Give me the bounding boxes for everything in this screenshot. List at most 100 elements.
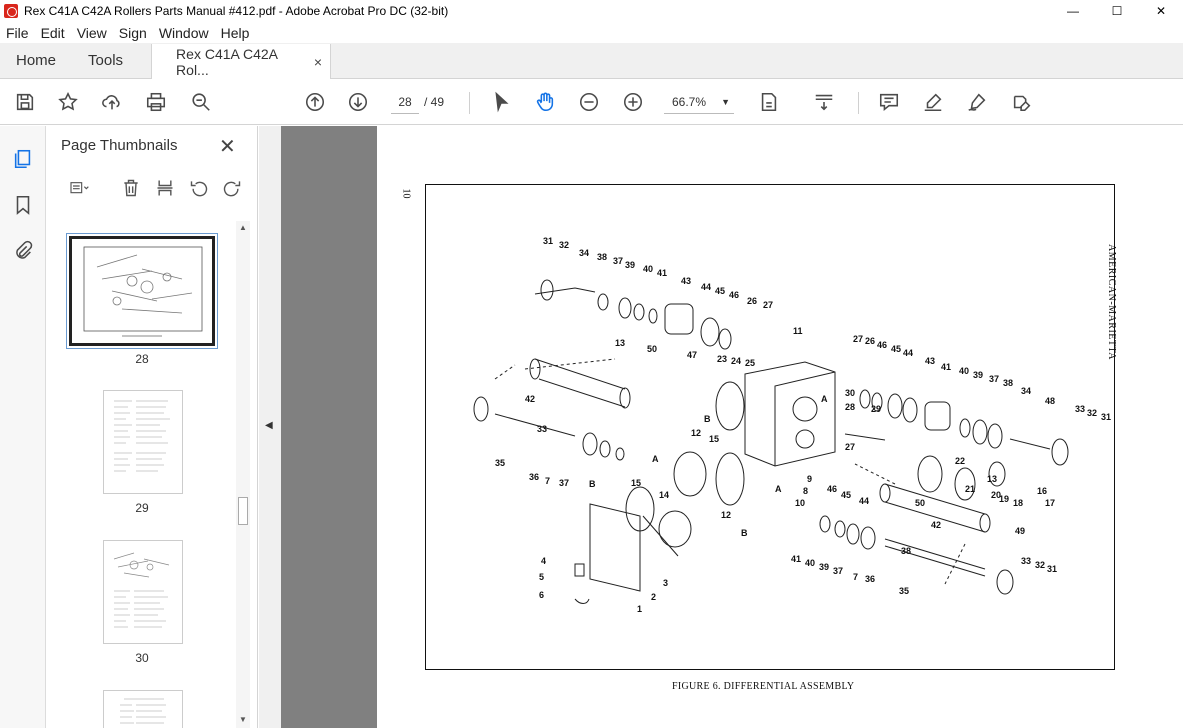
- previous-page-icon[interactable]: [303, 90, 327, 114]
- save-icon[interactable]: [13, 90, 37, 114]
- scroll-mode-icon[interactable]: [812, 90, 836, 114]
- print-icon[interactable]: [144, 90, 168, 114]
- part-number-label: 40: [643, 264, 653, 274]
- part-number-label: 25: [745, 358, 755, 368]
- collapse-panel-icon[interactable]: ◀: [265, 420, 273, 431]
- zoom-out-icon[interactable]: [577, 90, 601, 114]
- part-number-label: 13: [987, 474, 997, 484]
- part-number-label: 32: [1035, 560, 1045, 570]
- rotate-left-icon[interactable]: [187, 176, 211, 200]
- comment-icon[interactable]: [877, 90, 901, 114]
- part-number-label: 16: [1037, 486, 1047, 496]
- part-number-label: 26: [865, 336, 875, 346]
- attachments-icon[interactable]: [10, 238, 36, 264]
- menu-edit[interactable]: Edit: [41, 25, 65, 41]
- part-number-label: A: [821, 394, 828, 404]
- tab-bar: Home Tools Rex C41A C42A Rol... ×: [0, 43, 1183, 79]
- page-thumbnails-panel: Page Thumbnails ✕ 28 29 30 ▲ ▼: [47, 126, 258, 728]
- part-number-label: 43: [681, 276, 691, 286]
- part-number-label: 38: [597, 252, 607, 262]
- fill-sign-icon[interactable]: [1010, 90, 1034, 114]
- zoom-level-value: 66.7%: [672, 95, 707, 109]
- zoom-search-icon[interactable]: [189, 90, 213, 114]
- part-number-label: 3: [663, 578, 668, 588]
- part-number-label: 1: [637, 604, 642, 614]
- page-number-input[interactable]: 28: [391, 90, 419, 114]
- thumbnail-page-28[interactable]: [66, 233, 218, 349]
- delete-page-icon[interactable]: [119, 176, 143, 200]
- menu-window[interactable]: Window: [159, 25, 209, 41]
- page-number-text: 10: [400, 188, 412, 199]
- part-number-label: 46: [729, 290, 739, 300]
- hand-tool-icon[interactable]: [533, 90, 557, 114]
- part-number-label: 21: [965, 484, 975, 494]
- rotate-right-icon[interactable]: [220, 176, 244, 200]
- part-number-label: 17: [1045, 498, 1055, 508]
- close-tab-icon[interactable]: ×: [314, 54, 322, 70]
- document-viewport[interactable]: 10 31 32 34 38 37 39 40 41 43 44 45 46 2…: [281, 126, 1183, 728]
- panel-splitter[interactable]: ◀: [259, 126, 281, 728]
- scrollbar-thumb[interactable]: [238, 497, 248, 525]
- main-toolbar: 28 / 49 66.7% ▼: [0, 80, 1183, 125]
- menu-view[interactable]: View: [77, 25, 107, 41]
- part-number-label: 39: [625, 260, 635, 270]
- upload-icon[interactable]: [100, 90, 124, 114]
- tab-document[interactable]: Rex C41A C42A Rol... ×: [151, 44, 332, 79]
- part-number-label: 31: [1047, 564, 1057, 574]
- part-number-label: 50: [647, 344, 657, 354]
- part-number-label: 32: [1087, 408, 1097, 418]
- part-number-label: 29: [871, 404, 881, 414]
- close-window-button[interactable]: ✕: [1139, 0, 1183, 22]
- figure-caption: FIGURE 6. DIFFERENTIAL ASSEMBLY: [672, 681, 855, 692]
- part-number-label: 33: [1075, 404, 1085, 414]
- thumbnail-page-31[interactable]: [103, 690, 183, 728]
- part-number-label: 27: [763, 300, 773, 310]
- extract-page-icon[interactable]: [153, 176, 177, 200]
- page-fit-icon[interactable]: [757, 90, 781, 114]
- menu-sign[interactable]: Sign: [119, 25, 147, 41]
- part-number-label: 41: [941, 362, 951, 372]
- select-cursor-icon[interactable]: [489, 90, 513, 114]
- thumbnail-page-30[interactable]: [103, 540, 183, 644]
- part-number-label: 9: [807, 474, 812, 484]
- highlight-pen-icon[interactable]: [921, 90, 945, 114]
- minimize-button[interactable]: —: [1051, 0, 1095, 22]
- zoom-level-select[interactable]: 66.7% ▼: [664, 90, 734, 114]
- toolbar-divider: [469, 92, 470, 114]
- page-total: / 49: [424, 95, 445, 109]
- menu-file[interactable]: File: [6, 25, 29, 41]
- page-thumbnails-icon[interactable]: [10, 146, 36, 172]
- part-number-label: 23: [717, 354, 727, 364]
- part-number-label: 45: [891, 344, 901, 354]
- part-number-label: 49: [1015, 526, 1025, 536]
- scroll-down-icon[interactable]: ▼: [239, 715, 247, 724]
- part-number-label: 36: [529, 472, 539, 482]
- zoom-in-icon[interactable]: [621, 90, 645, 114]
- menu-help[interactable]: Help: [221, 25, 250, 41]
- sign-pen-icon[interactable]: [965, 90, 989, 114]
- part-number-label: 45: [715, 286, 725, 296]
- thumbnail-page-29[interactable]: [103, 390, 183, 494]
- tab-tools[interactable]: Tools: [72, 43, 139, 78]
- part-number-label: B: [589, 479, 596, 489]
- panel-close-icon[interactable]: ✕: [219, 134, 236, 159]
- bookmark-star-icon[interactable]: [56, 90, 80, 114]
- tab-home[interactable]: Home: [0, 43, 72, 78]
- bookmarks-icon[interactable]: [10, 192, 36, 218]
- thumbnail-list: 28 29 30: [47, 221, 237, 728]
- side-brand-text: AMERICAN-MARIETTA: [1106, 244, 1117, 361]
- part-number-label: 24: [731, 356, 741, 366]
- scroll-up-icon[interactable]: ▲: [239, 223, 247, 232]
- next-page-icon[interactable]: [346, 90, 370, 114]
- part-number-label: 6: [539, 590, 544, 600]
- part-number-label: 38: [901, 546, 911, 556]
- part-number-label: 7: [545, 476, 550, 486]
- maximize-button[interactable]: ☐: [1095, 0, 1139, 22]
- thumbnail-scrollbar[interactable]: ▲ ▼: [236, 221, 250, 728]
- part-number-label: 15: [709, 434, 719, 444]
- part-number-label: 46: [827, 484, 837, 494]
- part-number-label: 37: [559, 478, 569, 488]
- part-number-label: 12: [721, 510, 731, 520]
- thumbnail-options-icon[interactable]: [59, 176, 99, 200]
- thumbnail-mixed-image: [113, 552, 170, 628]
